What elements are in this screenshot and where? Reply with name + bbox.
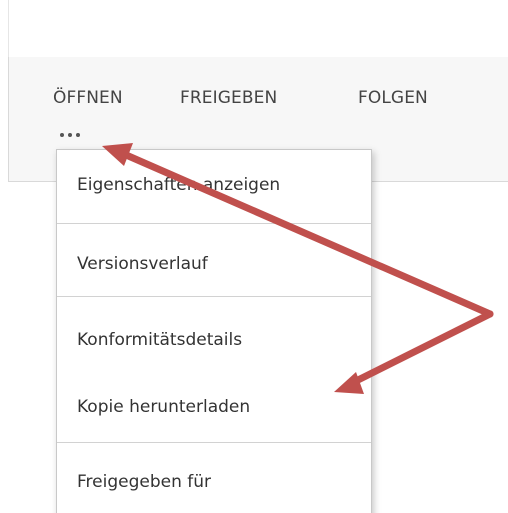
more-options-menu: Eigenschaften anzeigen Versionsverlauf K…: [56, 149, 372, 513]
menu-separator: [57, 223, 371, 224]
menu-item-download-copy[interactable]: Kopie herunterladen: [77, 397, 250, 417]
ellipsis-dot: [76, 133, 80, 137]
more-options-ellipsis-icon[interactable]: [58, 128, 92, 140]
open-button[interactable]: ÖFFNEN: [53, 88, 123, 108]
menu-item-compliance-details[interactable]: Konformitätsdetails: [77, 330, 242, 350]
menu-separator: [57, 296, 371, 297]
menu-item-show-properties[interactable]: Eigenschaften anzeigen: [77, 175, 280, 195]
follow-button[interactable]: FOLGEN: [358, 88, 428, 108]
arrow-to-download-copy: [348, 310, 494, 387]
ellipsis-dot: [60, 133, 64, 137]
menu-item-shared-with[interactable]: Freigegeben für: [77, 472, 211, 492]
screenshot-stage: ÖFFNEN FREIGEBEN FOLGEN Eigenschaften an…: [0, 0, 508, 513]
share-button[interactable]: FREIGEBEN: [180, 88, 277, 108]
page-header-area: [8, 0, 508, 57]
menu-item-version-history[interactable]: Versionsverlauf: [77, 254, 208, 274]
menu-separator: [57, 442, 371, 443]
ellipsis-dot: [68, 133, 72, 137]
